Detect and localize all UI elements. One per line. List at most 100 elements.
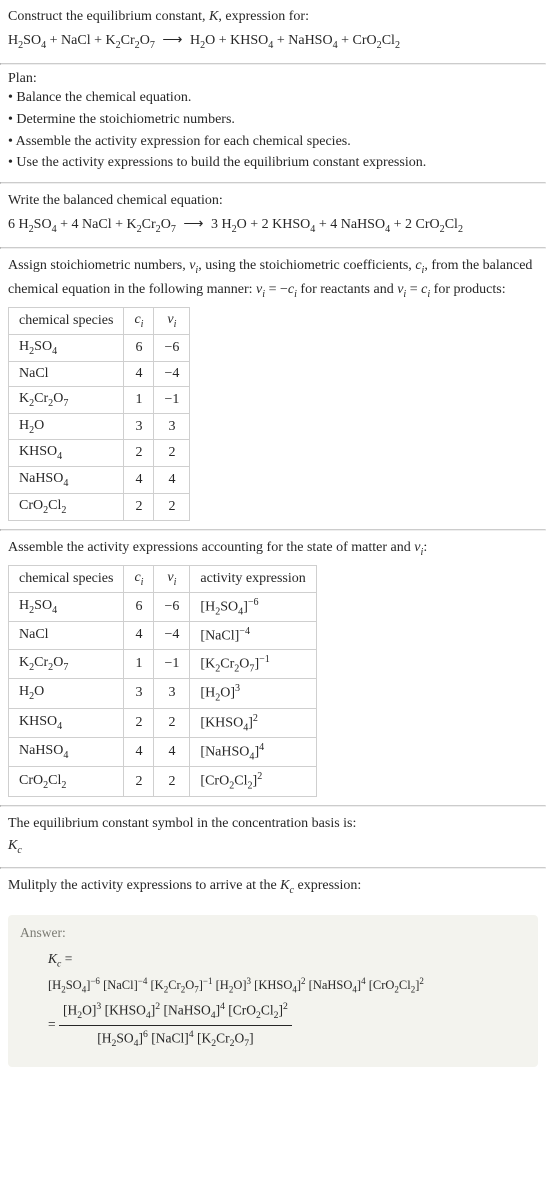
- assign-block: Assign stoichiometric numbers, νi, using…: [0, 249, 546, 528]
- th-species: chemical species: [9, 308, 124, 335]
- cell-c: 2: [124, 767, 154, 796]
- fraction: [H2O]3 [KHSO4]2 [NaHSO4]4 [CrO2Cl2]2 [H2…: [59, 998, 292, 1052]
- plus: +: [319, 217, 330, 232]
- intro-text2: , expression for:: [218, 9, 309, 24]
- cell-nu: −6: [154, 592, 190, 621]
- answer-body: Kc = [H2SO4]−6 [NaCl]−4 [K2Cr2O7]−1 [H2O…: [20, 947, 526, 1052]
- cell-species: K2Cr2O7: [9, 386, 124, 413]
- species-cro2cl2: CrO2Cl2: [353, 33, 400, 48]
- cell-species: CrO2Cl2: [9, 767, 124, 796]
- intro-text: Construct the equilibrium constant,: [8, 9, 209, 24]
- kc-symbol-block: The equilibrium constant symbol in the c…: [0, 807, 546, 867]
- cell-c: 2: [124, 708, 154, 737]
- plan-block: Plan: • Balance the chemical equation. •…: [0, 65, 546, 182]
- cell-nu: 2: [154, 767, 190, 796]
- species-khso4: KHSO4: [230, 33, 273, 48]
- plus: +: [115, 217, 126, 232]
- cell-c: 4: [124, 738, 154, 767]
- table-row: K2Cr2O71−1: [9, 386, 190, 413]
- cell-species: NaCl: [9, 361, 124, 386]
- answer-flat-product: [H2SO4]−6 [NaCl]−4 [K2Cr2O7]−1 [H2O]3 [K…: [48, 973, 526, 998]
- coeff: 4: [330, 217, 337, 232]
- cell-c: 2: [124, 494, 154, 521]
- numerator: [H2O]3 [KHSO4]2 [NaHSO4]4 [CrO2Cl2]2: [59, 998, 292, 1026]
- th-activity: activity expression: [190, 565, 316, 592]
- coeff: 6: [8, 217, 15, 232]
- kc-text: The equilibrium constant symbol in the c…: [8, 813, 538, 835]
- cell-c: 6: [124, 335, 154, 362]
- arrow-icon: ⟶: [179, 217, 207, 232]
- cell-species: NaCl: [9, 622, 124, 650]
- plan-item: • Balance the chemical equation.: [8, 87, 538, 109]
- activity-table: chemical species ci νi activity expressi…: [8, 565, 317, 797]
- th-ci: ci: [124, 565, 154, 592]
- species-khso4: KHSO4: [272, 217, 315, 232]
- table-row: H2SO46−6: [9, 335, 190, 362]
- denominator: [H2SO4]6 [NaCl]4 [K2Cr2O7]: [59, 1026, 292, 1053]
- plan-list: • Balance the chemical equation. • Deter…: [8, 87, 538, 174]
- th-species: chemical species: [9, 565, 124, 592]
- cell-species: H2O: [9, 679, 124, 708]
- cell-activity: [CrO2Cl2]2: [190, 767, 316, 796]
- table-row: CrO2Cl222: [9, 494, 190, 521]
- cell-nu: −6: [154, 335, 190, 362]
- species-k2cr2o7: K2Cr2O7: [106, 33, 155, 48]
- table-row: CrO2Cl222[CrO2Cl2]2: [9, 767, 317, 796]
- th-nui: νi: [154, 308, 190, 335]
- cell-nu: −1: [154, 649, 190, 678]
- cell-nu: −4: [154, 622, 190, 650]
- cell-species: KHSO4: [9, 440, 124, 467]
- cell-nu: 3: [154, 413, 190, 440]
- cell-activity: [H2O]3: [190, 679, 316, 708]
- cell-species: H2O: [9, 413, 124, 440]
- cell-nu: 2: [154, 708, 190, 737]
- plus: +: [394, 217, 405, 232]
- species-cro2cl2: CrO2Cl2: [416, 217, 463, 232]
- cell-species: NaHSO4: [9, 738, 124, 767]
- multiply-text: Mulitply the activity expressions to arr…: [8, 875, 538, 899]
- plus: +: [250, 217, 261, 232]
- table-row: KHSO422[KHSO4]2: [9, 708, 317, 737]
- answer-label: Answer:: [20, 925, 526, 941]
- species-nacl: NaCl: [61, 33, 91, 48]
- cell-activity: [H2SO4]−6: [190, 592, 316, 621]
- species-h2so4: H2SO4: [19, 217, 57, 232]
- cell-nu: −1: [154, 386, 190, 413]
- species-nacl: NaCl: [82, 217, 112, 232]
- table-row: K2Cr2O71−1[K2Cr2O7]−1: [9, 649, 317, 678]
- table-header: chemical species ci νi: [9, 308, 190, 335]
- cell-activity: [KHSO4]2: [190, 708, 316, 737]
- cell-species: K2Cr2O7: [9, 649, 124, 678]
- coeff: 3: [211, 217, 218, 232]
- multiply-block: Mulitply the activity expressions to arr…: [0, 869, 546, 907]
- cell-c: 3: [124, 679, 154, 708]
- answer-box: Answer: Kc = [H2SO4]−6 [NaCl]−4 [K2Cr2O7…: [8, 915, 538, 1066]
- balanced-equation: 6 H2SO4 + 4 NaCl + K2Cr2O7 ⟶ 3 H2O + 2 K…: [8, 212, 538, 239]
- coeff: 2: [262, 217, 269, 232]
- plus: +: [277, 33, 288, 48]
- species-h2o: H2O: [221, 217, 246, 232]
- species-h2o: H2O: [190, 33, 215, 48]
- cell-c: 1: [124, 386, 154, 413]
- species-nahso4: NaHSO4: [288, 33, 337, 48]
- cell-species: CrO2Cl2: [9, 494, 124, 521]
- species-k2cr2o7: K2Cr2O7: [127, 217, 176, 232]
- plus: +: [60, 217, 71, 232]
- plus: +: [219, 33, 230, 48]
- cell-nu: 2: [154, 440, 190, 467]
- cell-species: NaHSO4: [9, 467, 124, 494]
- table-header: chemical species ci νi activity expressi…: [9, 565, 317, 592]
- activity-block: Assemble the activity expressions accoun…: [0, 531, 546, 805]
- plus: +: [94, 33, 105, 48]
- intro-block: Construct the equilibrium constant, K, e…: [0, 0, 546, 63]
- species-nahso4: NaHSO4: [341, 217, 390, 232]
- cell-nu: 3: [154, 679, 190, 708]
- unbalanced-equation: H2SO4 + NaCl + K2Cr2O7 ⟶ H2O + KHSO4 + N…: [8, 28, 538, 55]
- kc-symbol: Kc: [8, 835, 538, 859]
- cell-nu: −4: [154, 361, 190, 386]
- balanced-block: Write the balanced chemical equation: 6 …: [0, 184, 546, 247]
- cell-c: 4: [124, 361, 154, 386]
- cell-activity: [NaCl]−4: [190, 622, 316, 650]
- balanced-title: Write the balanced chemical equation:: [8, 190, 538, 212]
- plan-item: • Use the activity expressions to build …: [8, 152, 538, 174]
